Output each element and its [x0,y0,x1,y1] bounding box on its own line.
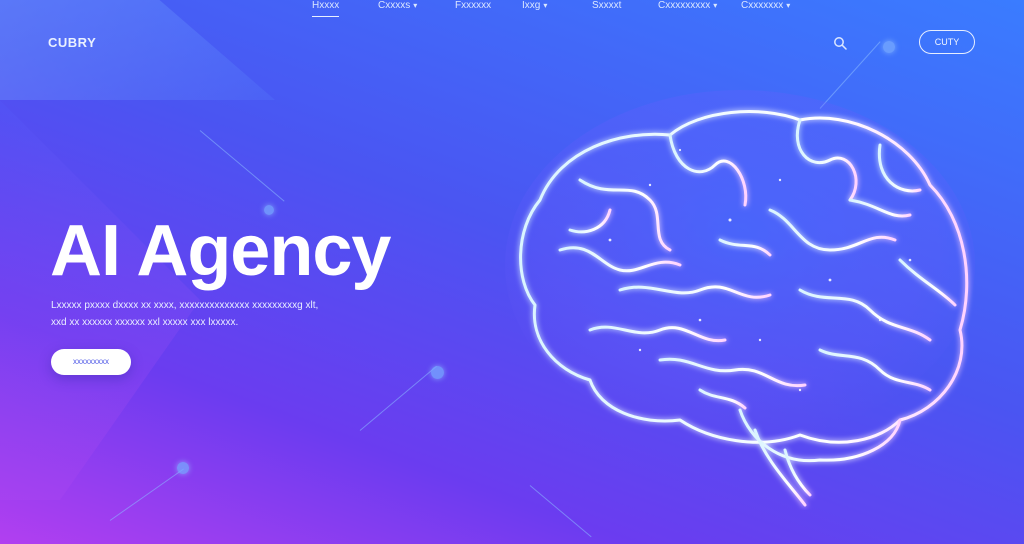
nav-item-label: Sxxxxt [592,0,622,11]
hero-description-line: xxd xx xxxxxx xxxxxx xxl xxxxx xxx lxxxx… [51,317,239,328]
chevron-down-icon: ▾ [543,1,548,10]
hero-title: AI Agency [50,211,391,291]
search-icon[interactable] [833,36,847,50]
decorative-line [109,468,185,521]
nav-item-6[interactable]: Cxxxxxxxxx ▾ [658,0,717,11]
hero-description-line: Lxxxxx pxxxx dxxxx xx xxxx, xxxxxxxxxxxx… [51,300,319,311]
decorative-dot [177,462,189,474]
hero-cta-button[interactable]: xxxxxxxxx [51,349,131,375]
chevron-down-icon: ▾ [786,1,791,10]
nav-item-7[interactable]: Cxxxxxxx ▾ [741,0,790,11]
decorative-line [199,130,285,202]
header-cta-button[interactable]: CUTY [919,30,975,54]
nav-item-3[interactable]: Fxxxxxx [455,0,491,11]
chevron-down-icon: ▾ [713,1,718,10]
decorative-dot [431,366,444,379]
nav-item-label: Fxxxxxx [455,0,492,11]
nav-item-4[interactable]: Ixxg ▾ [522,0,547,11]
brain-illustration [505,90,975,507]
nav-item-label: Ixxg [522,0,541,11]
nav-item-home[interactable]: Hxxxx [312,0,340,17]
nav-item-label: Hxxxx [312,0,340,11]
nav-item-label: Cxxxxs [378,0,411,11]
logo[interactable]: CUBRY [48,35,96,50]
nav-item-5[interactable]: Sxxxxt [592,0,621,11]
nav-item-label: Cxxxxxxx [741,0,784,11]
nav-item-label: Cxxxxxxxxx [658,0,711,11]
hero-description: Lxxxxx pxxxx dxxxx xx xxxx, xxxxxxxxxxxx… [51,297,351,331]
nav-item-2[interactable]: Cxxxxs ▾ [378,0,417,11]
decorative-line [359,365,437,431]
chevron-down-icon: ▾ [413,1,418,10]
site-header: CUBRY Hxxxx Cxxxxs ▾ Fxxxxxx Ixxg ▾ Sxxxxt… [0,0,1024,84]
